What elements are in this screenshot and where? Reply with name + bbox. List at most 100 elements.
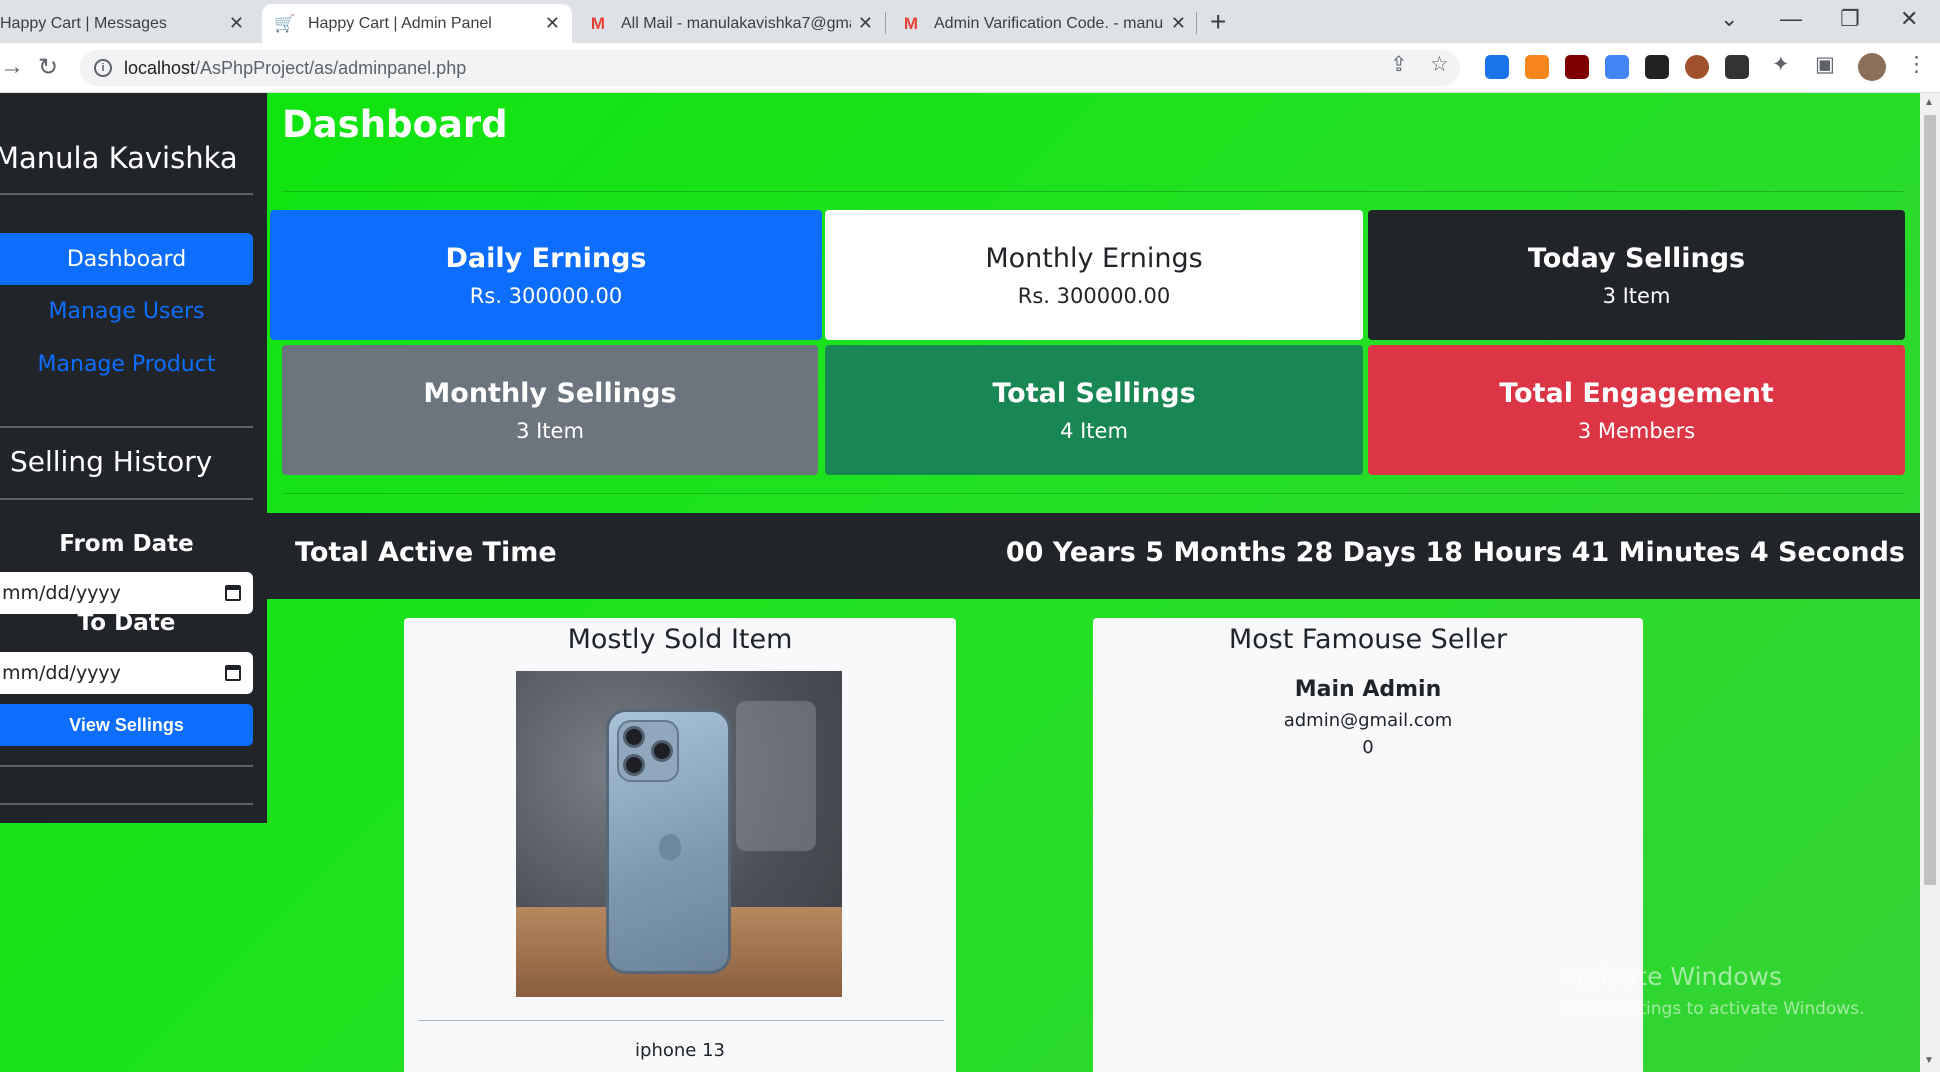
divider	[282, 493, 1905, 494]
close-icon[interactable]: ✕	[545, 13, 560, 34]
tab-title: Admin Varification Code. - manulakavishk…	[934, 14, 1164, 32]
calendar-icon[interactable]	[225, 665, 241, 681]
scroll-down-icon[interactable]: ▼	[1924, 1055, 1934, 1066]
view-sellings-button[interactable]: View Sellings	[0, 704, 253, 746]
info-icon[interactable]: i	[94, 59, 112, 77]
menu-kebab-icon[interactable]: ⋮	[1906, 52, 1927, 77]
sidebar: Manula Kavishka Dashboard Manage Users M…	[0, 93, 267, 823]
side-panel-icon[interactable]: ▣	[1815, 52, 1835, 77]
profile-avatar[interactable]	[1858, 53, 1886, 81]
camera-lens	[623, 754, 645, 776]
stat-title: Total Engagement	[1499, 377, 1774, 409]
page-title: Dashboard	[282, 103, 508, 146]
address-bar[interactable]: i localhost/AsPhpProject/as/adminpanel.p…	[80, 50, 1460, 86]
selling-history-title: Selling History	[10, 445, 213, 478]
active-time-bar: Total Active Time 00 Years 5 Months 28 D…	[267, 513, 1920, 599]
calendar-icon[interactable]	[225, 585, 241, 601]
tab-title: Happy Cart | Messages	[0, 14, 167, 32]
minimize-icon[interactable]: —	[1780, 6, 1802, 32]
url-host: localhost	[124, 57, 196, 78]
stat-title: Daily Ernings	[445, 242, 647, 274]
divider	[418, 1020, 944, 1021]
stat-value: 3 Item	[516, 418, 584, 443]
stat-title: Monthly Ernings	[985, 242, 1203, 274]
extension-tool-icon[interactable]	[1725, 55, 1749, 79]
tab-verification-code[interactable]: M Admin Varification Code. - manulakavis…	[888, 4, 1198, 43]
mostly-sold-card: Mostly Sold Item iphone 13	[404, 618, 956, 1072]
reload-icon[interactable]: ↻	[38, 53, 58, 82]
scrollbar-thumb[interactable]	[1924, 115, 1936, 885]
tab-title: All Mail - manulakavishka7@gmail.com	[621, 14, 851, 32]
stat-value: 4 Item	[1060, 418, 1128, 443]
from-date-label: From Date	[59, 531, 194, 557]
stat-value: 3 Members	[1577, 418, 1696, 443]
browser-toolbar: → ↻ i localhost/AsPhpProject/as/adminpan…	[0, 43, 1940, 93]
tab-search-icon[interactable]: ⌄	[1720, 6, 1738, 32]
divider	[0, 498, 253, 500]
close-icon[interactable]: ✕	[229, 13, 244, 34]
camera-lens	[623, 726, 645, 748]
divider	[0, 765, 253, 767]
stat-title: Today Sellings	[1527, 242, 1746, 274]
tab-separator	[1196, 12, 1197, 34]
to-date-label: To Date	[77, 610, 176, 636]
stat-monthly-sellings: Monthly Sellings 3 Item	[282, 345, 818, 475]
scroll-up-icon[interactable]: ▲	[1924, 97, 1934, 108]
apple-logo-icon	[659, 834, 681, 860]
share-icon[interactable]: ⇪	[1390, 52, 1408, 77]
to-date-input[interactable]: mm/dd/yyyy	[0, 652, 253, 694]
close-icon[interactable]: ✕	[1171, 13, 1186, 34]
page-scrollbar[interactable]: ▲ ▼	[1920, 93, 1940, 1072]
card-title: Mostly Sold Item	[567, 624, 793, 655]
close-window-icon[interactable]: ✕	[1900, 6, 1918, 32]
seller-count: 0	[1362, 737, 1374, 758]
camera-module	[617, 720, 679, 782]
sidebar-item-dashboard[interactable]: Dashboard	[0, 233, 253, 285]
extension-recorder-icon[interactable]	[1645, 55, 1669, 79]
active-time-label: Total Active Time	[295, 537, 557, 568]
tab-admin-panel[interactable]: 🛒 Happy Cart | Admin Panel ✕	[262, 4, 572, 43]
windows-activation-watermark: Activate Windows Go to Settings to activ…	[1560, 962, 1865, 1019]
close-icon[interactable]: ✕	[858, 13, 873, 34]
product-image	[516, 671, 842, 997]
browser-tab-bar: Happy Cart | Messages ✕ 🛒 Happy Cart | A…	[0, 0, 1940, 43]
divider	[0, 426, 253, 428]
extension-google-translate-icon[interactable]	[1605, 55, 1629, 79]
restore-icon[interactable]: ❐	[1840, 6, 1860, 32]
watermark-title: Activate Windows	[1560, 962, 1782, 991]
gmail-icon: M	[903, 13, 919, 33]
stat-value: 3 Item	[1602, 283, 1671, 308]
extension-cookie-icon[interactable]	[1685, 55, 1709, 79]
tab-all-mail[interactable]: M All Mail - manulakavishka7@gmail.com ✕	[575, 4, 885, 43]
seller-email: admin@gmail.com	[1283, 710, 1453, 731]
extension-metamask-icon[interactable]	[1525, 55, 1549, 79]
stat-value: Rs. 300000.00	[1017, 283, 1171, 308]
card-title: Most Famouse Seller	[1228, 624, 1508, 655]
stat-title: Total Sellings	[992, 377, 1196, 409]
item-name: iphone 13	[635, 1040, 725, 1061]
camera-lens	[651, 740, 673, 762]
stat-total-engagement: Total Engagement 3 Members	[1368, 345, 1905, 475]
stat-daily-earnings: Daily Ernings Rs. 300000.00	[270, 210, 822, 340]
tab-messages[interactable]: Happy Cart | Messages ✕	[0, 4, 256, 43]
extension-translate-icon[interactable]	[1485, 55, 1509, 79]
stat-monthly-earnings: Monthly Ernings Rs. 300000.00	[825, 210, 1363, 340]
stat-total-sellings: Total Sellings 4 Item	[825, 345, 1363, 475]
sidebar-item-manage-users[interactable]: Manage Users	[0, 285, 253, 337]
extension-ublock-icon[interactable]	[1565, 55, 1589, 79]
from-date-input[interactable]: mm/dd/yyyy	[0, 572, 253, 614]
gmail-icon: M	[590, 13, 606, 33]
tab-separator	[885, 12, 886, 34]
extensions-puzzle-icon[interactable]: ✦	[1772, 52, 1790, 77]
url-text: localhost/AsPhpProject/as/adminpanel.php	[124, 58, 466, 79]
stat-value: Rs. 300000.00	[469, 283, 623, 308]
background-blur	[736, 701, 816, 851]
date-placeholder: mm/dd/yyyy	[2, 582, 121, 604]
sidebar-item-manage-product[interactable]: Manage Product	[0, 338, 253, 390]
new-tab-icon[interactable]: +	[1210, 6, 1226, 38]
divider	[0, 803, 253, 805]
stat-title: Monthly Sellings	[423, 377, 677, 409]
admin-name: Manula Kavishka	[0, 141, 238, 175]
forward-icon[interactable]: →	[0, 53, 24, 81]
bookmark-star-icon[interactable]: ☆	[1430, 52, 1449, 77]
